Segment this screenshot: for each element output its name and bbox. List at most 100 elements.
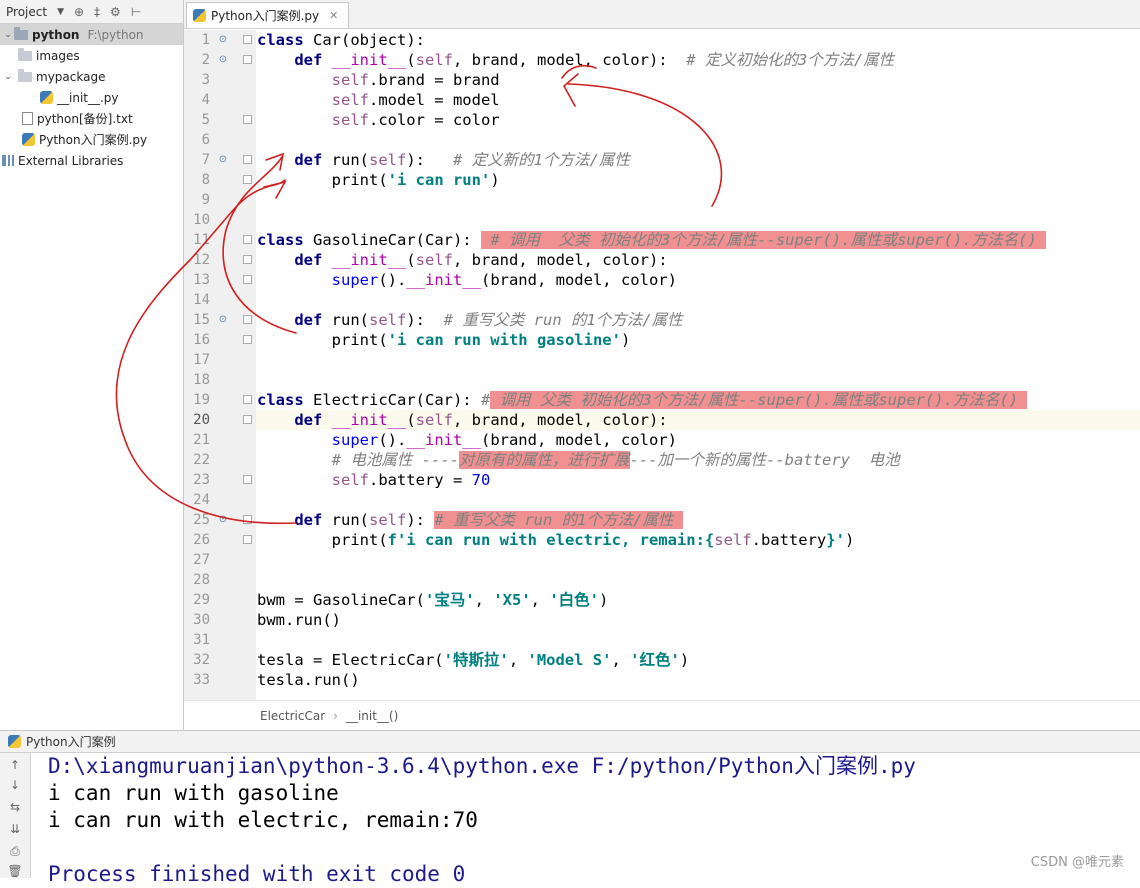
fold-icon[interactable]: [243, 155, 252, 164]
fold-icon[interactable]: [243, 415, 252, 424]
code-line[interactable]: print(f'i can run with electric, remain:…: [256, 530, 1140, 550]
code-line[interactable]: tesla.run(): [256, 670, 1140, 690]
collapse-icon[interactable]: ‡: [94, 5, 100, 19]
overridden-method-icon[interactable]: ⊙: [217, 34, 229, 46]
code-line[interactable]: [256, 490, 1140, 510]
fold-icon[interactable]: [243, 335, 252, 344]
code-line[interactable]: class GasolineCar(Car): # 调用 父类 初始化的3个方法…: [256, 230, 1140, 250]
console-output[interactable]: D:\xiangmuruanjian\python-3.6.4\python.e…: [48, 753, 1138, 888]
folder-icon: [18, 47, 32, 61]
folder-icon: [18, 68, 32, 82]
code-line[interactable]: super().__init__(brand, model, color): [256, 270, 1140, 290]
breadcrumb-class[interactable]: ElectricCar: [260, 709, 325, 723]
soft-wrap-icon[interactable]: ⇆: [7, 799, 23, 815]
overridden-method-icon[interactable]: ⊙: [217, 54, 229, 66]
code-line[interactable]: class ElectricCar(Car): # 调用 父类 初始化的3个方法…: [256, 390, 1140, 410]
line-number: 21: [193, 432, 210, 448]
locate-icon[interactable]: ⊕: [74, 5, 84, 19]
line-number: 18: [193, 372, 210, 388]
tree-item-python-root[interactable]: ⌄ python F:\python: [0, 24, 183, 45]
line-number: 31: [193, 632, 210, 648]
code-line[interactable]: self.color = color: [256, 110, 1140, 130]
tree-item-python-backup-txt[interactable]: python[备份].txt: [0, 108, 183, 129]
gear-icon[interactable]: ⚙: [110, 5, 121, 19]
code-line[interactable]: self.model = model: [256, 90, 1140, 110]
project-view-label[interactable]: Project: [6, 5, 47, 19]
tree-item-init-py[interactable]: __init__.py: [0, 87, 183, 108]
overridden-method-icon[interactable]: ⊙: [217, 154, 229, 166]
tree-item-mypackage[interactable]: ⌄ mypackage: [0, 66, 183, 87]
fold-icon[interactable]: [243, 115, 252, 124]
fold-icon[interactable]: [243, 275, 252, 284]
tree-item-python-case-py[interactable]: Python入门案例.py: [0, 129, 183, 150]
line-number: 11: [193, 232, 210, 248]
tree-item-images[interactable]: images: [0, 45, 183, 66]
fold-icon[interactable]: [243, 255, 252, 264]
console-line: i can run with electric, remain:70: [48, 808, 478, 832]
code-line[interactable]: [256, 350, 1140, 370]
line-number: 20: [193, 412, 210, 428]
code-line[interactable]: def run(self): # 定义新的1个方法/属性: [256, 150, 1140, 170]
scroll-to-end-icon[interactable]: ⇊: [7, 821, 23, 837]
line-number: 1: [201, 32, 210, 48]
tab-python-case-py[interactable]: Python入门案例.py ✕: [186, 2, 350, 28]
print-icon[interactable]: ⎙: [7, 843, 23, 859]
code-line[interactable]: print('i can run'): [256, 170, 1140, 190]
code-line[interactable]: class Car(object):: [256, 30, 1140, 50]
code-line[interactable]: self.brand = brand: [256, 70, 1140, 90]
code-line[interactable]: bwm.run(): [256, 610, 1140, 630]
fold-icon[interactable]: [243, 235, 252, 244]
fold-icon[interactable]: [243, 535, 252, 544]
hide-icon[interactable]: ⊢: [131, 5, 141, 19]
tree-item-external-libraries[interactable]: External Libraries: [0, 150, 183, 171]
code-line[interactable]: [256, 570, 1140, 590]
fold-icon[interactable]: [243, 395, 252, 404]
code-line[interactable]: def run(self): # 重写父类 run 的1个方法/属性: [256, 510, 1140, 530]
arrow-down-icon[interactable]: ↓: [7, 777, 23, 793]
code-line[interactable]: def run(self): # 重写父类 run 的1个方法/属性: [256, 310, 1140, 330]
fold-icon[interactable]: [243, 515, 252, 524]
chevron-down-icon[interactable]: ⌄: [2, 72, 14, 82]
close-icon[interactable]: ✕: [329, 9, 338, 22]
code-area[interactable]: class Car(object): def __init__(self, br…: [256, 30, 1140, 700]
fold-icon[interactable]: [243, 315, 252, 324]
code-line[interactable]: [256, 130, 1140, 150]
code-line[interactable]: [256, 370, 1140, 390]
code-line[interactable]: [256, 630, 1140, 650]
code-line[interactable]: [256, 290, 1140, 310]
code-line[interactable]: tesla = ElectricCar('特斯拉', 'Model S', '红…: [256, 650, 1140, 670]
fold-icon[interactable]: [243, 55, 252, 64]
chevron-down-icon[interactable]: ▼: [57, 7, 64, 17]
fold-icon[interactable]: [243, 35, 252, 44]
arrow-up-icon[interactable]: ↑: [7, 757, 23, 773]
tree-item-label: __init__.py: [57, 90, 119, 105]
editor-gutter[interactable]: 1 2 3 4 5 6 7 8 9 10 11 12 13 14 15 16 1…: [184, 30, 256, 700]
code-line[interactable]: [256, 550, 1140, 570]
breadcrumb-method[interactable]: __init__(): [346, 709, 398, 723]
code-line-current[interactable]: def __init__(self, brand, model, color):: [256, 410, 1140, 430]
line-number: 19: [193, 392, 210, 408]
code-line[interactable]: bwm = GasolineCar('宝马', 'X5', '白色'): [256, 590, 1140, 610]
run-tab-header[interactable]: Python入门案例: [0, 731, 1140, 753]
project-header: Project ▼ ⊕ ‡ ⚙ ⊢: [0, 0, 183, 24]
line-number: 8: [201, 172, 210, 188]
code-line[interactable]: print('i can run with gasoline'): [256, 330, 1140, 350]
overriding-method-icon[interactable]: ⊙: [217, 514, 229, 526]
chevron-down-icon[interactable]: ⌄: [2, 30, 14, 40]
line-number: 33: [193, 672, 210, 688]
line-number: 2: [201, 52, 210, 68]
code-line[interactable]: [256, 210, 1140, 230]
fold-icon[interactable]: [243, 475, 252, 484]
code-line[interactable]: self.battery = 70: [256, 470, 1140, 490]
code-line[interactable]: def __init__(self, brand, model, color):: [256, 250, 1140, 270]
tree-item-label: images: [36, 48, 80, 63]
code-line[interactable]: def __init__(self, brand, model, color):…: [256, 50, 1140, 70]
code-line[interactable]: # 电池属性 ----对原有的属性，进行扩展---加一个新的属性--batter…: [256, 450, 1140, 470]
line-number: 6: [201, 132, 210, 148]
folder-icon: [14, 26, 28, 40]
code-line[interactable]: [256, 190, 1140, 210]
fold-icon[interactable]: [243, 175, 252, 184]
code-line[interactable]: super().__init__(brand, model, color): [256, 430, 1140, 450]
line-number: 22: [193, 452, 210, 468]
overriding-method-icon[interactable]: ⊙: [217, 314, 229, 326]
